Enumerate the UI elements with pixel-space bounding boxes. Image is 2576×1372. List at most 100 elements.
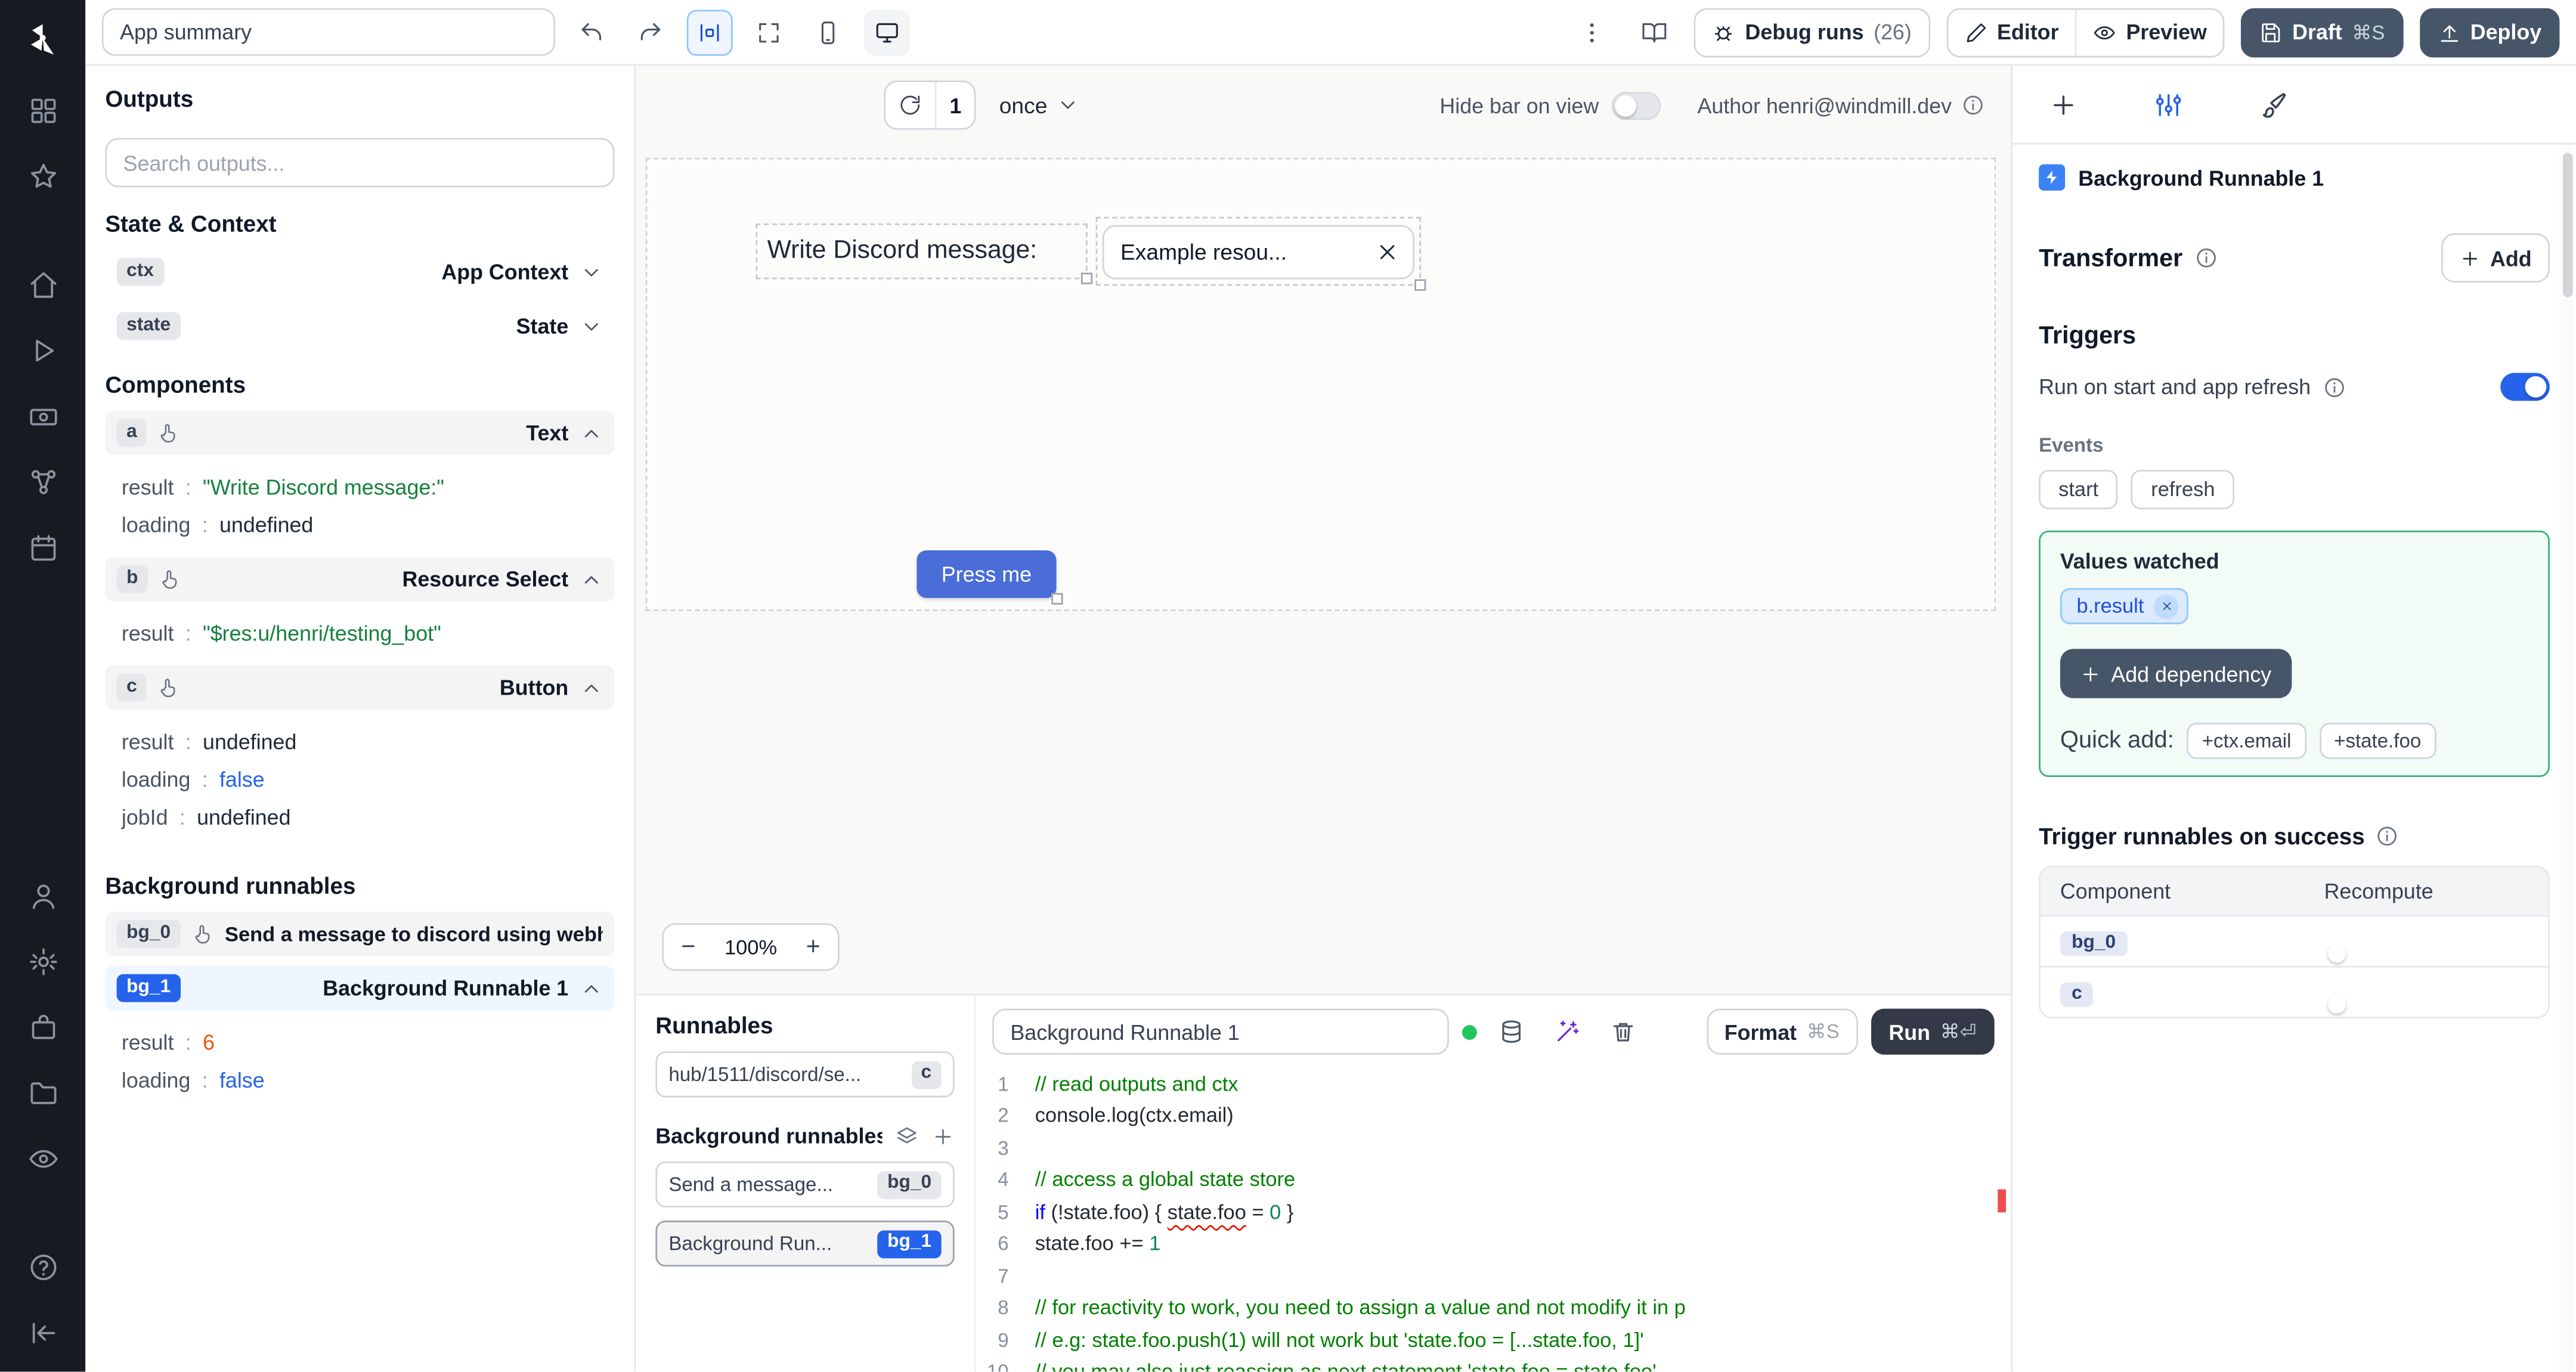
app-summary-input[interactable] [101,8,556,56]
component-column-header: Component [2060,878,2171,904]
undo-button[interactable] [568,9,614,55]
refresh-icon [900,95,920,115]
help-icon[interactable] [27,1252,58,1283]
star-icon[interactable] [27,161,58,192]
values-watched-box: Values watched b.result Add dependency Q… [2039,530,2550,778]
docs-button[interactable] [1631,9,1677,55]
output-row-bg1[interactable]: bg_1 Background Runnable 1 [105,965,615,1011]
workspace-briefcase-icon[interactable] [27,1012,58,1043]
hide-bar-toggle[interactable] [1612,91,1661,119]
scrollbar-thumb[interactable] [2562,153,2572,298]
preview-tab-button[interactable]: Preview [2075,9,2224,55]
theme-brush-tab-icon[interactable] [2259,89,2289,119]
component-b-props: result: "$res:u/henri/testing_bot" [105,611,614,665]
format-button[interactable]: Format ⌘S [1706,1009,1858,1055]
remove-dependency-button[interactable] [2153,593,2179,619]
bug-icon [1715,25,1732,41]
app-canvas[interactable]: Write Discord message: Example resou... … [636,144,2011,994]
event-chip-refresh[interactable]: refresh [2131,469,2235,510]
line-number: 5 [998,1200,1009,1224]
redo-button[interactable] [627,9,673,55]
code-area[interactable]: 1 // read outputs and ctx 2 console.log(ct… [976,1065,2011,1372]
run-label: Run [1888,1020,1931,1045]
resources-graph-icon[interactable] [27,466,58,497]
output-row-component-c[interactable]: c Button [105,665,615,710]
bg0-badge: bg_0 [116,920,181,948]
editor-header: Format ⌘S Run ⌘⏎ [976,996,2011,1065]
cache-button[interactable] [1490,1011,1533,1054]
pointer-hand-icon [161,679,176,698]
run-button[interactable]: Run ⌘⏎ [1871,1009,1995,1055]
resource-select-input[interactable]: Example resou... [1102,224,1415,278]
mobile-view-button[interactable] [805,9,851,55]
resize-handle[interactable] [1414,279,1426,291]
runnable-item-badge: bg_0 [877,1170,942,1199]
text-component[interactable]: Write Discord message: [756,223,1093,284]
runnable-item-hub[interactable]: hub/1511/discord/se... c [655,1051,955,1098]
refresh-button[interactable] [886,82,935,128]
fullscreen-button[interactable] [746,9,792,55]
desktop-view-button[interactable] [864,9,911,55]
settings-gear-icon[interactable] [27,946,58,977]
quick-add-ctx-email[interactable]: +ctx.email [2187,723,2306,759]
draft-button[interactable]: Draft ⌘S [2241,7,2403,57]
runnable-name-input[interactable] [992,1009,1449,1055]
insert-component-tab-icon[interactable] [2049,89,2079,119]
zoom-out-button[interactable]: − [664,925,713,970]
apps-grid-icon[interactable] [27,95,58,126]
resource-select-component[interactable]: Example resou... [1095,216,1426,291]
prop-row: loading: undefined [122,506,615,544]
runnable-item-bg1-selected[interactable]: Background Run... bg_1 [655,1221,955,1267]
refresh-count[interactable]: 1 [934,82,975,128]
money-icon[interactable] [27,401,58,432]
runnable-item-bg0[interactable]: Send a message... bg_0 [655,1162,955,1208]
clear-selection-icon[interactable] [1375,239,1400,264]
event-chip-start[interactable]: start [2039,469,2119,510]
more-menu-button[interactable] [1569,9,1615,55]
user-icon[interactable] [27,881,58,912]
editor-tab-button[interactable]: Editor [1948,9,2076,55]
output-row-state[interactable]: state State [105,304,614,348]
settings-sliders-tab-icon[interactable] [2154,89,2184,119]
watched-dependency-chip[interactable]: b.result [2060,588,2188,624]
run-on-start-toggle[interactable] [2500,373,2550,401]
prop-colon: : [185,475,191,500]
zoom-in-button[interactable]: + [788,925,838,970]
delete-runnable-button[interactable] [1602,1011,1645,1054]
add-transformer-button[interactable]: Add [2441,233,2550,283]
line-number: 6 [998,1232,1009,1256]
debug-runs-button[interactable]: Debug runs (26) [1694,7,1930,57]
resource-select-value: Example resou... [1120,239,1287,264]
deploy-button[interactable]: Deploy [2419,7,2560,57]
search-outputs-input[interactable] [105,138,615,188]
output-row-component-a[interactable]: a Text [105,410,615,456]
format-label: Format [1724,1020,1797,1045]
add-dependency-button[interactable]: Add dependency [2060,649,2292,698]
quick-add-state-foo[interactable]: +state.foo [2319,723,2436,759]
auto-layout-button[interactable] [686,9,733,55]
home-icon[interactable] [27,270,58,301]
code-line: 9 // e.g: state.foo.push(1) will not work… [976,1324,2011,1356]
prop-colon: : [185,1030,191,1055]
resize-handle[interactable] [1051,593,1063,605]
runs-play-icon[interactable] [27,335,58,366]
press-me-button[interactable]: Press me [917,550,1063,605]
output-row-ctx[interactable]: ctx App Context [105,250,614,294]
interval-select[interactable]: once [999,93,1079,117]
schedules-calendar-icon[interactable] [27,532,58,563]
output-row-bg0[interactable]: bg_0 Send a message to discord using web… [105,912,615,956]
component-c-label: Button [499,675,569,700]
add-runnable-icon[interactable] [931,1125,955,1148]
resize-handle[interactable] [1080,272,1093,284]
author-text: Author henri@windmill.dev [1697,92,1952,117]
recompute-table: Component Recompute bg_0 c [2039,865,2550,1019]
collapse-sidebar-icon[interactable] [27,1318,58,1349]
prop-key: loading [121,1067,191,1093]
folders-icon[interactable] [27,1078,58,1109]
output-row-component-b[interactable]: b Resource Select [105,556,615,602]
eye-icon[interactable] [27,1144,58,1175]
ai-assist-button[interactable] [1546,1011,1589,1054]
prop-value: false [219,1067,265,1093]
layers-icon[interactable] [896,1125,919,1148]
windmill-logo[interactable] [24,20,61,56]
